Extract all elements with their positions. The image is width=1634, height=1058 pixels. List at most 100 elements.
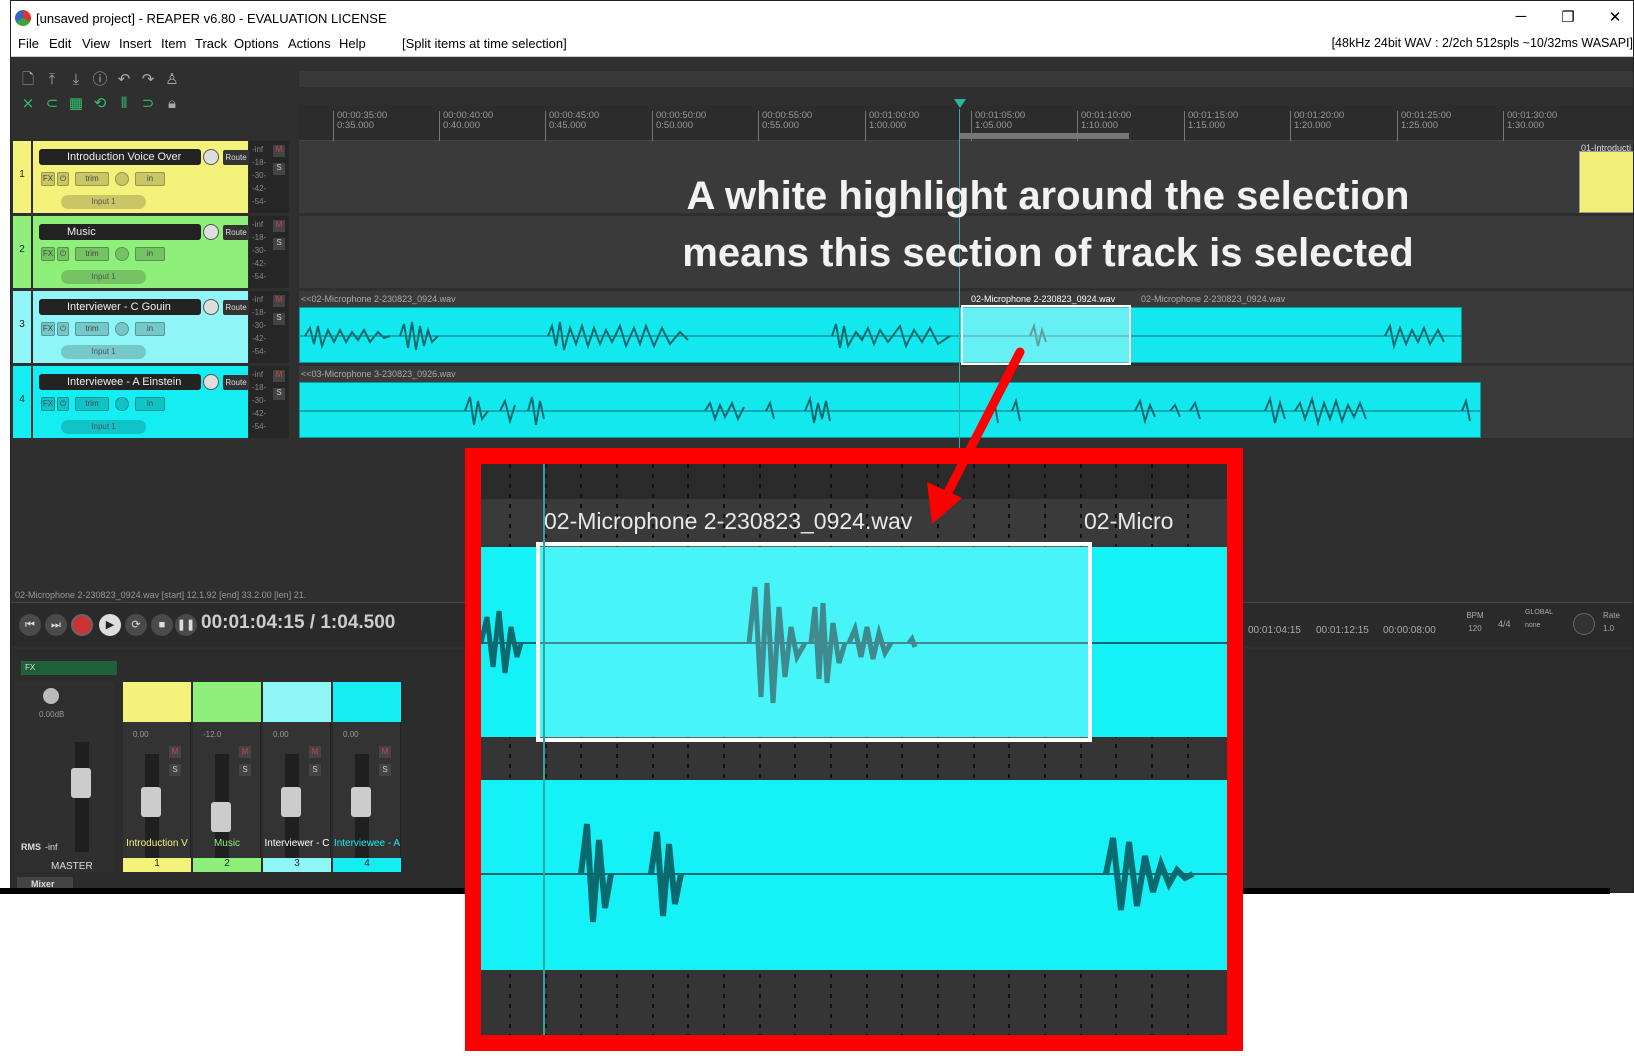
input-monitor-button[interactable]: in xyxy=(135,172,165,186)
track-name[interactable]: Interviewee - A Einstein xyxy=(39,374,201,390)
menu-track[interactable]: Track xyxy=(195,36,227,51)
time-selection-bar[interactable] xyxy=(959,133,1129,139)
track-panel-1[interactable]: 1 🔈︎ Introduction Voice Over Route FX ⏻ … xyxy=(13,141,289,213)
mixer-strip-3[interactable]: 0.00 M S Interviewer - C 3 xyxy=(263,682,331,872)
mute-button[interactable]: M xyxy=(273,370,285,382)
solo-button[interactable]: S xyxy=(273,313,285,325)
project-settings-icon[interactable]: ⓘ xyxy=(91,71,109,89)
media-item[interactable] xyxy=(299,382,1481,438)
fader-cap[interactable] xyxy=(141,787,161,817)
mute-button[interactable]: M xyxy=(379,746,391,758)
track-panel-4[interactable]: 4 🔈︎ Interviewee - A Einstein Route FX ⏻… xyxy=(13,366,289,438)
master-fx-button[interactable]: FX xyxy=(21,661,117,675)
go-to-start-button[interactable]: ⏮ xyxy=(19,614,41,636)
solo-button[interactable]: S xyxy=(309,764,321,776)
metronome-icon[interactable]: ♙ xyxy=(163,71,181,89)
record-button[interactable] xyxy=(71,614,93,636)
input-monitor-button[interactable]: in xyxy=(135,322,165,336)
route-button[interactable]: Route xyxy=(223,150,249,165)
solo-button[interactable]: S xyxy=(273,388,285,400)
route-button[interactable]: Route xyxy=(223,225,249,240)
menu-file[interactable]: File xyxy=(18,36,39,51)
open-project-icon[interactable]: ⤒ xyxy=(43,71,61,89)
minimize-button[interactable]: ─ xyxy=(1511,8,1531,25)
play-button[interactable]: ▶ xyxy=(99,614,121,636)
track-lane-4[interactable]: <<03-Microphone 3-230823_0926.wav xyxy=(299,366,1633,438)
go-to-end-button[interactable]: ⏭ xyxy=(45,614,67,636)
track-lane-3[interactable]: <<02-Microphone 2-230823_0924.wav 02-Mic… xyxy=(299,291,1633,365)
master-strip[interactable]: 0.00dB RMS -inf xyxy=(15,682,115,872)
solo-button[interactable]: S xyxy=(169,764,181,776)
media-item[interactable] xyxy=(1579,151,1633,213)
pan-knob[interactable] xyxy=(115,172,129,186)
input-monitor-button[interactable]: in xyxy=(135,247,165,261)
undo-icon[interactable]: ↶ xyxy=(115,71,133,89)
mute-button[interactable]: M xyxy=(273,220,285,232)
menu-insert[interactable]: Insert xyxy=(119,36,152,51)
fader-cap[interactable] xyxy=(351,787,371,817)
strip-name[interactable]: Interviewer - C xyxy=(263,838,331,849)
input-select[interactable]: Input 1 xyxy=(61,195,146,209)
ripple-edit-icon[interactable]: ⨯ xyxy=(19,95,37,113)
repeat-button[interactable]: ⟳ xyxy=(125,614,147,636)
mute-button[interactable]: M xyxy=(239,746,251,758)
fx-bypass-icon[interactable]: ⏻ xyxy=(57,397,69,411)
global-mode[interactable]: none xyxy=(1525,622,1553,629)
mute-button[interactable]: M xyxy=(273,295,285,307)
stop-button[interactable]: ■ xyxy=(151,614,173,636)
mute-button[interactable]: M xyxy=(169,746,181,758)
grid-icon[interactable]: ▦ xyxy=(67,95,85,113)
maximize-button[interactable]: ❐ xyxy=(1558,8,1578,26)
save-project-icon[interactable]: ⤓ xyxy=(67,71,85,89)
selection-end[interactable]: 00:01:12:15 xyxy=(1316,625,1369,636)
menu-edit[interactable]: Edit xyxy=(49,36,71,51)
pan-knob[interactable] xyxy=(115,247,129,261)
route-button[interactable]: Route xyxy=(223,375,249,390)
track-name[interactable]: Music xyxy=(39,224,201,240)
fx-bypass-icon[interactable]: ⏻ xyxy=(57,172,69,186)
menu-help[interactable]: Help xyxy=(339,36,366,51)
trim-button[interactable]: trim xyxy=(75,247,109,261)
trim-button[interactable]: trim xyxy=(75,397,109,411)
bpm-value[interactable]: 120 xyxy=(1463,624,1487,633)
route-button[interactable]: Route xyxy=(223,300,249,315)
pan-knob[interactable] xyxy=(115,322,129,336)
mixer-strip-4[interactable]: 0.00 M S Interviewee - A 4 xyxy=(333,682,401,872)
input-select[interactable]: Input 1 xyxy=(61,345,146,359)
snap-icon[interactable]: ⟲ xyxy=(91,95,109,113)
global-label[interactable]: GLOBAL xyxy=(1525,609,1553,616)
fx-button[interactable]: FX xyxy=(41,322,55,336)
volume-knob[interactable] xyxy=(203,374,219,390)
zoom-media-item-lower[interactable] xyxy=(481,780,1227,970)
track-panel-3[interactable]: 3 🔈︎ Interviewer - C Gouin Route FX ⏻ tr… xyxy=(13,291,289,363)
media-item[interactable] xyxy=(299,307,1462,363)
time-signature[interactable]: 4/4 xyxy=(1498,619,1511,629)
lock-icon[interactable]: 🔒︎ xyxy=(163,95,181,113)
volume-knob[interactable] xyxy=(203,224,219,240)
rate-value[interactable]: 1.0 xyxy=(1603,624,1620,633)
new-project-icon[interactable]: 🗋 xyxy=(19,71,37,89)
redo-icon[interactable]: ↷ xyxy=(139,71,157,89)
audio-status[interactable]: [48kHz 24bit WAV : 2/2ch 512spls ~10/32m… xyxy=(1332,36,1633,50)
selection-start[interactable]: 00:01:04:15 xyxy=(1248,625,1301,636)
zoom-selection-highlight[interactable] xyxy=(536,542,1092,742)
volume-knob[interactable] xyxy=(203,299,219,315)
pause-button[interactable]: ❚❚ xyxy=(175,614,197,636)
solo-button[interactable]: S xyxy=(239,764,251,776)
track-panel-2[interactable]: 2 🔈︎ Music Route FX ⏻ trim in Input 1 -i… xyxy=(13,216,289,288)
selection-length[interactable]: 00:00:08:00 xyxy=(1383,625,1436,636)
strip-name[interactable]: Interviewee - A xyxy=(333,838,401,849)
edit-cursor-marker[interactable] xyxy=(954,99,966,108)
fx-bypass-icon[interactable]: ⏻ xyxy=(57,247,69,261)
track-name[interactable]: Interviewer - C Gouin xyxy=(39,299,201,315)
fader-cap[interactable] xyxy=(281,787,301,817)
pan-knob[interactable] xyxy=(115,397,129,411)
input-select[interactable]: Input 1 xyxy=(61,270,146,284)
fader-cap[interactable] xyxy=(211,802,231,832)
trim-button[interactable]: trim xyxy=(75,322,109,336)
solo-button[interactable]: S xyxy=(273,163,285,175)
master-volume-knob[interactable] xyxy=(43,688,59,704)
close-button[interactable]: ✕ xyxy=(1605,8,1625,26)
master-fader-cap[interactable] xyxy=(71,768,91,798)
solo-button[interactable]: S xyxy=(273,238,285,250)
